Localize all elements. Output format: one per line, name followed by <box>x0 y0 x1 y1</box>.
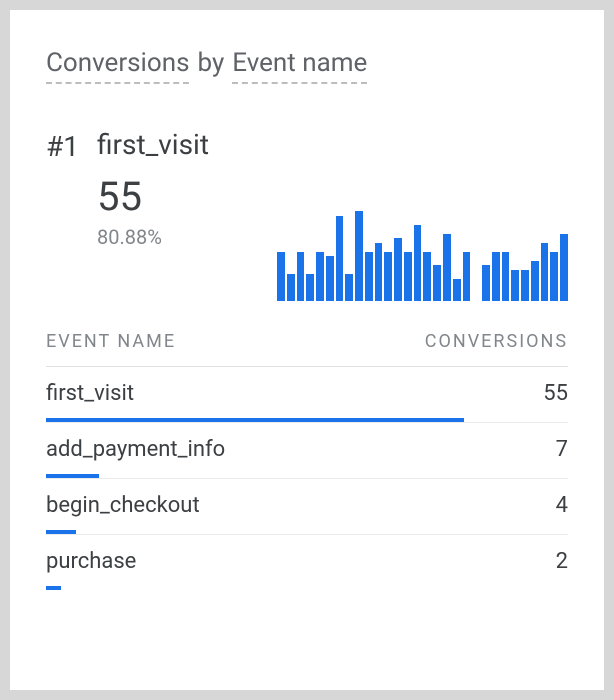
sparkline-bar <box>297 252 305 302</box>
sparkline-bar <box>287 274 295 301</box>
sparkline-bar <box>394 238 402 301</box>
sparkline-bar <box>345 274 353 301</box>
hero-section: #1 first_visit 55 80.88% <box>46 128 568 301</box>
sparkline-bar <box>550 252 558 302</box>
card: Conversions by Event name #1 first_visit… <box>10 10 604 690</box>
sparkline-bar <box>541 243 549 302</box>
row-bar-track <box>46 474 568 478</box>
row-bar-fill <box>46 474 99 478</box>
title-by: by <box>197 48 224 84</box>
sparkline-bar <box>423 252 431 302</box>
table-row[interactable]: add_payment_info 7 <box>46 423 568 479</box>
sparkline-bar <box>492 252 500 302</box>
row-bar-track <box>46 418 568 422</box>
sparkline-bar <box>482 265 490 301</box>
row-bar-track <box>46 530 568 534</box>
sparkline-bar <box>531 261 539 302</box>
row-conversions: 55 <box>543 381 568 406</box>
sparkline-bar <box>316 252 324 302</box>
sparkline-bar <box>433 265 441 301</box>
sparkline-bar <box>443 234 451 302</box>
column-conversions: CONVERSIONS <box>425 331 568 352</box>
sparkline-bar <box>414 225 422 302</box>
row-event-name: add_payment_info <box>46 437 225 462</box>
row-event-name: begin_checkout <box>46 493 200 518</box>
hero-event-name: first_visit <box>97 128 568 161</box>
sparkline-bar <box>306 274 314 301</box>
sparkline-bar <box>355 211 363 301</box>
sparkline-bar <box>365 252 373 302</box>
sparkline-bar <box>521 270 529 302</box>
hero-rank: #1 <box>46 128 79 163</box>
sparkline-bar <box>560 234 568 302</box>
card-title[interactable]: Conversions by Event name <box>46 48 568 84</box>
sparkline-bar <box>511 270 519 302</box>
row-event-name: purchase <box>46 549 136 574</box>
sparkline-bar <box>326 256 334 301</box>
table-row[interactable]: begin_checkout 4 <box>46 479 568 535</box>
title-dimension: Event name <box>232 48 367 84</box>
row-bar-fill <box>46 586 61 590</box>
sparkline-chart <box>277 211 568 301</box>
table-body: first_visit 55 add_payment_info 7 begin_chec… <box>46 367 568 590</box>
column-event-name: EVENT NAME <box>46 331 176 352</box>
row-conversions: 7 <box>556 437 568 462</box>
row-bar-fill <box>46 418 464 422</box>
row-bar-track <box>46 586 568 590</box>
sparkline-bar <box>336 216 344 302</box>
row-conversions: 4 <box>556 493 568 518</box>
title-metric: Conversions <box>46 48 189 84</box>
sparkline-bar <box>384 252 392 302</box>
hero-percentage: 80.88% <box>97 225 247 249</box>
sparkline-bar <box>453 279 461 302</box>
sparkline-bar <box>502 252 510 302</box>
row-bar-fill <box>46 530 76 534</box>
sparkline-bar <box>375 243 383 302</box>
sparkline-bar <box>463 252 471 302</box>
sparkline-bar <box>277 252 285 302</box>
table-header: EVENT NAME CONVERSIONS <box>46 331 568 367</box>
sparkline-bar <box>404 252 412 302</box>
row-event-name: first_visit <box>46 381 134 406</box>
hero-value: 55 <box>97 177 247 217</box>
row-conversions: 2 <box>556 549 568 574</box>
table-row[interactable]: purchase 2 <box>46 535 568 590</box>
table-row[interactable]: first_visit 55 <box>46 367 568 423</box>
